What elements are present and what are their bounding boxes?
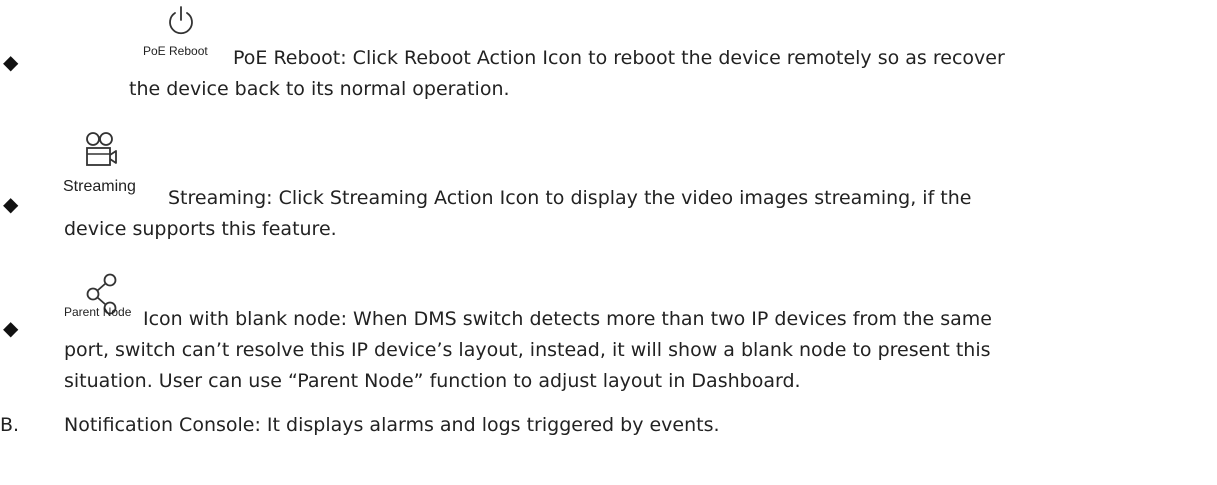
item-description: Icon with blank node: When DMS switch de…: [143, 304, 992, 335]
document-page: ◆ PoE Reboot PoE Reboot: Click Reboot Ac…: [0, 0, 1217, 485]
text-line: device supports this feature.: [64, 218, 337, 240]
video-camera-icon: [84, 131, 120, 169]
text-line: situation. User can use “Parent Node” fu…: [64, 370, 801, 392]
item-description-continued: device supports this feature.: [64, 214, 337, 245]
power-icon: [166, 4, 196, 38]
item-description-continued: port, switch can’t resolve this IP devic…: [64, 335, 991, 397]
diamond-bullet-icon: ◆: [3, 50, 19, 74]
item-description-continued: the device back to its normal operation.: [129, 74, 510, 105]
item-description: Streaming: Click Streaming Action Icon t…: [168, 183, 971, 214]
icon-caption: Parent Node: [64, 305, 132, 319]
item-description: PoE Reboot: Click Reboot Action Icon to …: [233, 43, 1005, 74]
text-line: PoE Reboot: Click Reboot Action Icon to …: [233, 47, 1005, 69]
text-line: the device back to its normal operation.: [129, 78, 510, 100]
diamond-bullet-icon: ◆: [3, 192, 19, 216]
text-line: Icon with blank node: When DMS switch de…: [143, 308, 992, 330]
section-text: Notification Console: It displays alarms…: [64, 414, 720, 436]
icon-caption: PoE Reboot: [143, 44, 208, 58]
diamond-bullet-icon: ◆: [3, 316, 19, 340]
icon-caption: Streaming: [63, 178, 136, 195]
text-line: port, switch can’t resolve this IP devic…: [64, 339, 991, 361]
section-marker: B.: [0, 414, 20, 436]
text-line: Streaming: Click Streaming Action Icon t…: [168, 187, 972, 209]
